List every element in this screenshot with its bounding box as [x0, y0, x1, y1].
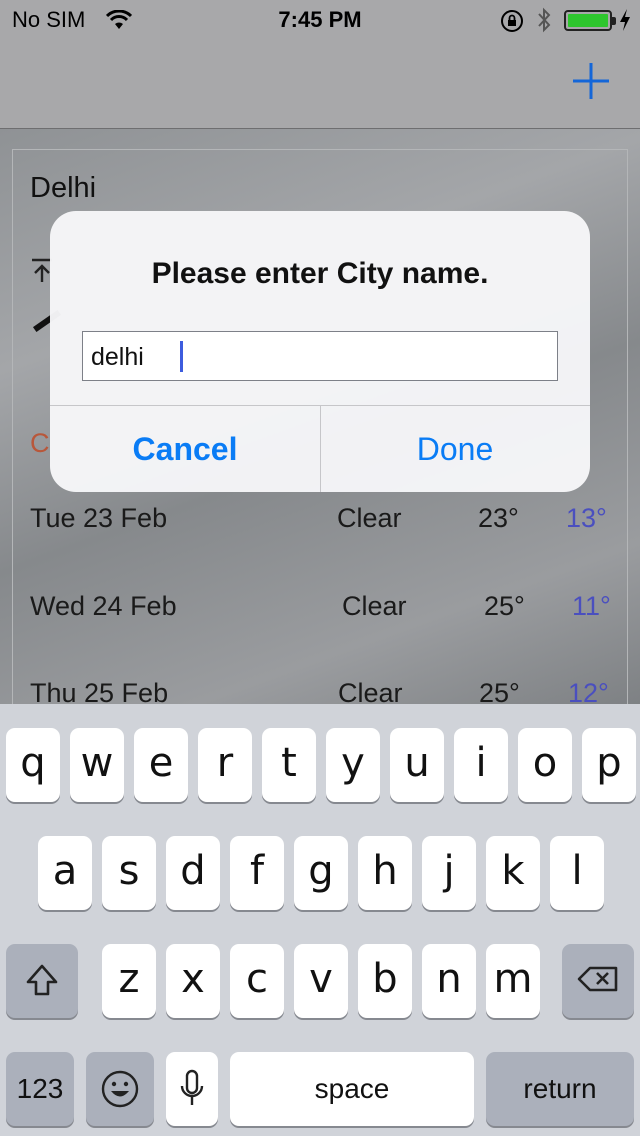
shift-icon	[6, 944, 78, 1014]
partial-label: C	[30, 428, 50, 458]
key-i[interactable]: i	[454, 728, 508, 802]
key-c[interactable]: c	[230, 944, 284, 1018]
charging-bolt-icon	[618, 8, 632, 37]
city-input-value: delhi	[91, 343, 144, 371]
done-button[interactable]: Done	[320, 406, 590, 492]
plus-icon[interactable]	[572, 62, 610, 100]
forecast-day: Wed 24 Feb	[30, 591, 177, 621]
bluetooth-icon	[536, 7, 552, 38]
microphone-icon	[166, 1052, 218, 1126]
forecast-condition: Clear	[337, 503, 402, 533]
key-r[interactable]: r	[198, 728, 252, 802]
forecast-row: Tue 23 Feb Clear 23° 13°	[0, 503, 640, 543]
key-q[interactable]: q	[6, 728, 60, 802]
forecast-low: 13°	[566, 503, 607, 533]
key-l[interactable]: l	[550, 836, 604, 910]
forecast-high: 23°	[478, 503, 519, 533]
key-p[interactable]: p	[582, 728, 636, 802]
key-e[interactable]: e	[134, 728, 188, 802]
key-m[interactable]: m	[486, 944, 540, 1018]
city-name: Delhi	[30, 172, 97, 204]
emoji-key[interactable]	[86, 1052, 154, 1126]
cancel-button[interactable]: Cancel	[50, 406, 320, 492]
emoji-icon	[86, 1052, 154, 1126]
return-key[interactable]: return	[486, 1052, 634, 1126]
backspace-icon	[562, 944, 634, 1014]
forecast-day: Tue 23 Feb	[30, 503, 168, 533]
key-s[interactable]: s	[102, 836, 156, 910]
key-k[interactable]: k	[486, 836, 540, 910]
dialog-title: Please enter City name.	[151, 257, 489, 290]
key-o[interactable]: o	[518, 728, 572, 802]
key-n[interactable]: n	[422, 944, 476, 1018]
numbers-key[interactable]: 123	[6, 1052, 74, 1126]
battery-icon	[564, 10, 616, 31]
space-key[interactable]: space	[230, 1052, 474, 1126]
status-bar: No SIM 7:45 PM	[0, 0, 640, 40]
rotation-lock-icon	[500, 9, 524, 38]
key-x[interactable]: x	[166, 944, 220, 1018]
forecast-condition: Clear	[342, 591, 407, 621]
dictation-key[interactable]	[166, 1052, 218, 1126]
key-y[interactable]: y	[326, 728, 380, 802]
navigation-bar	[0, 40, 640, 129]
forecast-low: 11°	[572, 591, 611, 621]
key-z[interactable]: z	[102, 944, 156, 1018]
key-v[interactable]: v	[294, 944, 348, 1018]
key-w[interactable]: w	[70, 728, 124, 802]
city-input[interactable]: delhi	[82, 331, 558, 381]
key-b[interactable]: b	[358, 944, 412, 1018]
forecast-high: 25°	[484, 591, 525, 621]
key-d[interactable]: d	[166, 836, 220, 910]
key-j[interactable]: j	[422, 836, 476, 910]
shift-key[interactable]	[6, 944, 78, 1018]
city-input-dialog: Please enter City name. delhi Cancel Don…	[50, 211, 590, 492]
text-cursor	[180, 341, 183, 372]
key-t[interactable]: t	[262, 728, 316, 802]
key-a[interactable]: a	[38, 836, 92, 910]
key-u[interactable]: u	[390, 728, 444, 802]
key-f[interactable]: f	[230, 836, 284, 910]
key-h[interactable]: h	[358, 836, 412, 910]
backspace-key[interactable]	[562, 944, 634, 1018]
keyboard: q w e r t y u i o p a s d f g h j k l z …	[0, 704, 640, 1136]
key-g[interactable]: g	[294, 836, 348, 910]
forecast-row: Wed 24 Feb Clear 25° 11°	[0, 591, 640, 631]
